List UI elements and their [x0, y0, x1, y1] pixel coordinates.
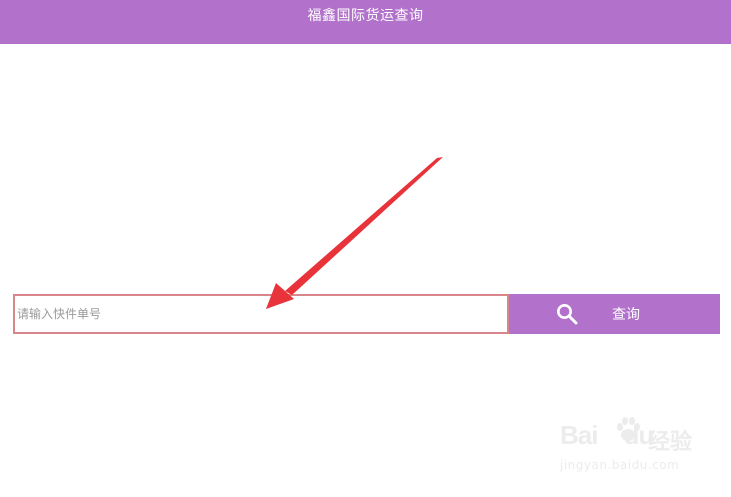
search-button[interactable]: 查询	[509, 294, 720, 334]
search-icon	[556, 303, 578, 325]
watermark-brand: 经验	[648, 430, 693, 455]
watermark-url: jingyan.baidu.com	[560, 458, 680, 472]
page-title: 福鑫国际货运查询	[307, 8, 424, 24]
search-bar: 查询	[13, 294, 720, 334]
paw-icon	[617, 417, 640, 441]
search-button-label: 查询	[612, 307, 640, 323]
tracking-number-input[interactable]	[13, 294, 509, 334]
app-header: 福鑫国际货运查询	[0, 0, 731, 44]
baidu-jingyan-watermark: Bai du 经验 jingyan.baidu.com	[560, 417, 700, 480]
